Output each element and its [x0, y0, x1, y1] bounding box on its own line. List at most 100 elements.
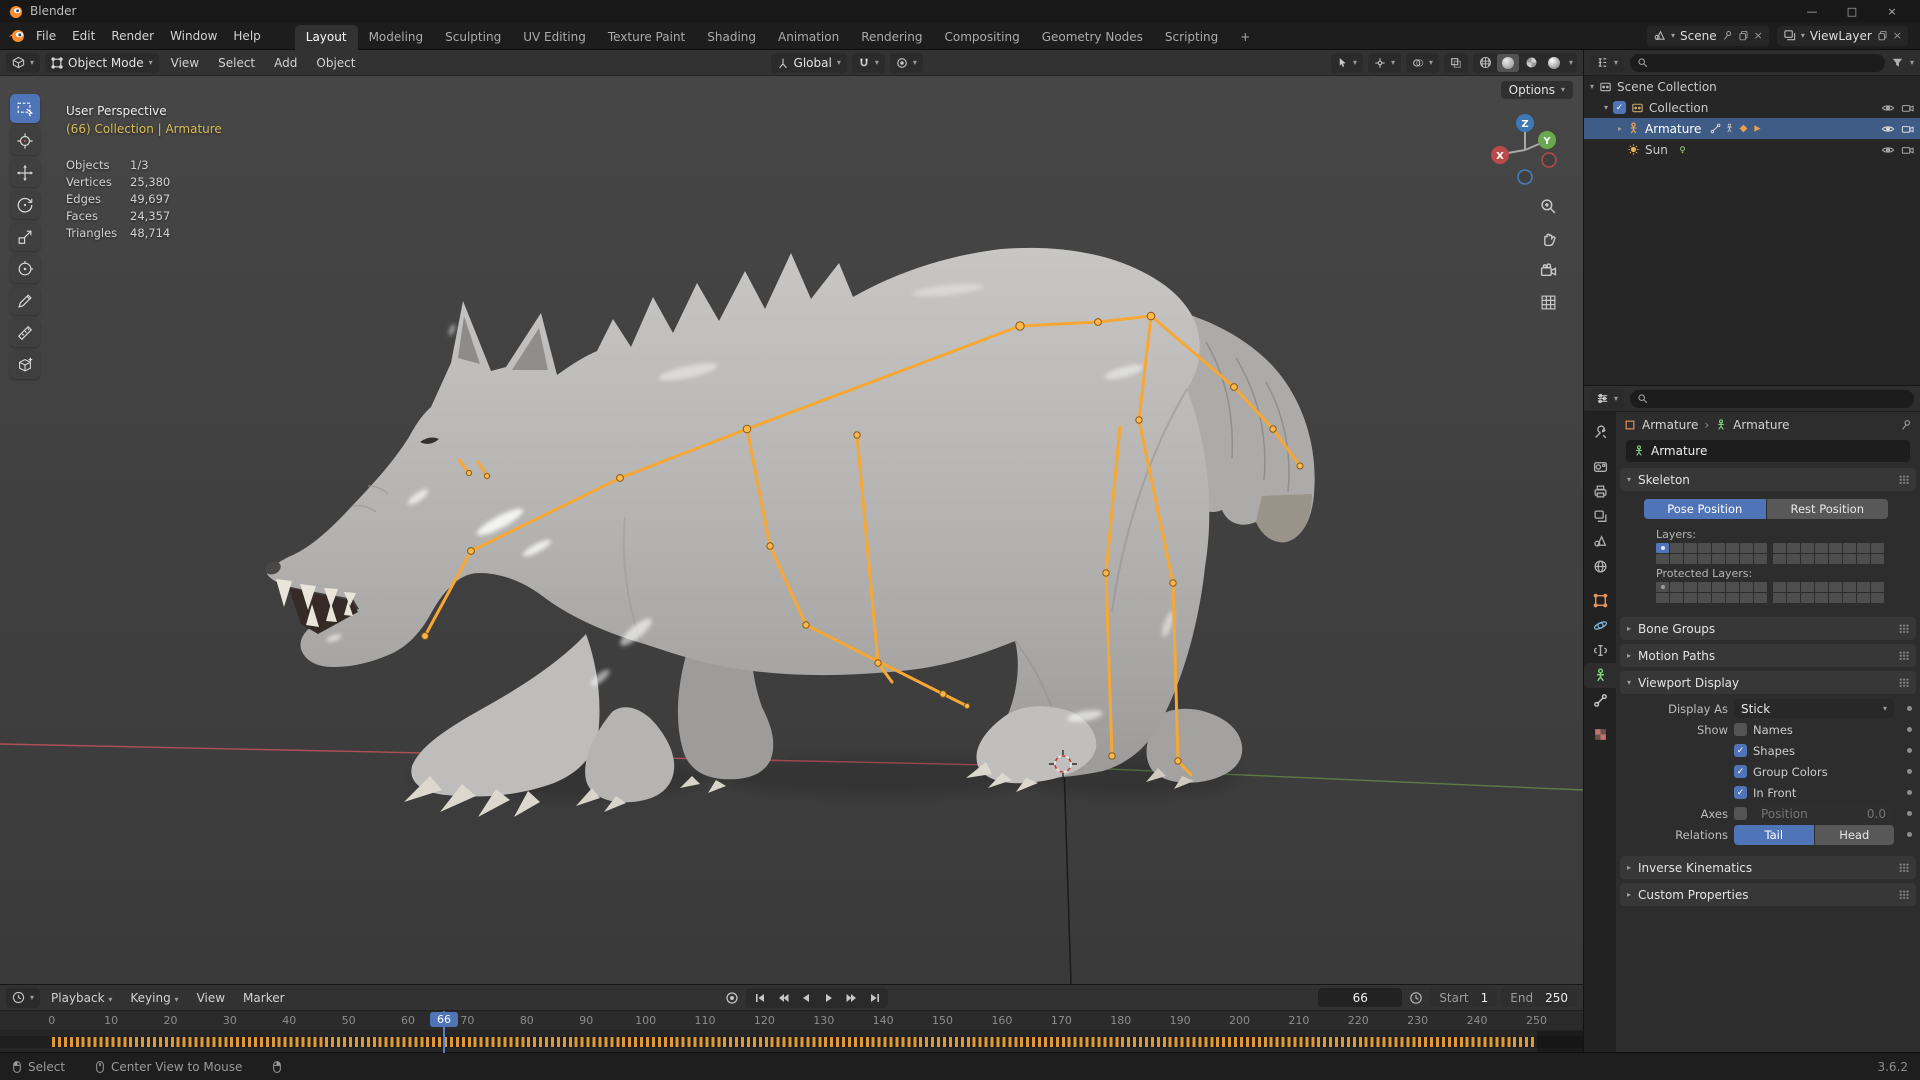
jump-to-end-button[interactable]: [864, 989, 885, 1007]
in-front-checkbox[interactable]: [1734, 786, 1747, 799]
layer-cell[interactable]: [1871, 593, 1884, 603]
pin-icon[interactable]: [1722, 30, 1733, 41]
eye-icon[interactable]: [1881, 122, 1895, 136]
new-viewlayer-icon[interactable]: [1877, 30, 1888, 41]
previous-keyframe-button[interactable]: [772, 989, 793, 1007]
xray-toggle[interactable]: [1444, 52, 1468, 73]
proportional-editing-toggle[interactable]: ▾: [889, 52, 923, 73]
auto-keying-button[interactable]: [721, 989, 742, 1007]
layer-cell[interactable]: [1726, 543, 1739, 553]
drag-dots-icon[interactable]: [1899, 863, 1909, 872]
blender-menu-icon[interactable]: [8, 28, 26, 44]
layer-cell[interactable]: [1815, 543, 1828, 553]
tab-constraints[interactable]: [1584, 638, 1616, 663]
navigation-gizmo[interactable]: Z X Y: [1485, 110, 1565, 190]
breadcrumb-data[interactable]: Armature: [1733, 418, 1789, 432]
layer-grid-right[interactable]: [1773, 543, 1884, 564]
drag-dots-icon[interactable]: [1899, 651, 1909, 660]
editor-type-button[interactable]: ▾: [6, 52, 41, 73]
pin-icon[interactable]: [1900, 419, 1912, 431]
tab-rendering[interactable]: Rendering: [850, 25, 933, 50]
tab-add-workspace-button[interactable]: +: [1229, 25, 1261, 50]
collection-checkbox[interactable]: [1613, 101, 1627, 114]
tab-scene[interactable]: [1584, 529, 1616, 554]
section-skeleton[interactable]: ▾ Skeleton: [1620, 468, 1916, 491]
group-colors-checkbox[interactable]: [1734, 765, 1747, 778]
drag-dots-icon[interactable]: [1899, 678, 1909, 687]
tool-transform[interactable]: [10, 254, 40, 283]
tail-button[interactable]: Tail: [1734, 824, 1814, 845]
shapes-checkbox[interactable]: [1734, 744, 1747, 757]
remove-viewlayer-icon[interactable]: ×: [1893, 29, 1902, 42]
outliner-row-scene-collection[interactable]: ▾ Scene Collection: [1584, 76, 1920, 97]
layer-cell[interactable]: [1684, 543, 1697, 553]
shading-rendered-button[interactable]: [1543, 54, 1565, 72]
layer-cell[interactable]: [1670, 593, 1683, 603]
layer-cell[interactable]: [1843, 593, 1856, 603]
layer-cell[interactable]: [1801, 593, 1814, 603]
layer-cell[interactable]: [1656, 582, 1669, 592]
tab-object-data[interactable]: [1584, 663, 1616, 688]
layer-cell[interactable]: [1787, 593, 1800, 603]
layer-cell[interactable]: [1773, 593, 1786, 603]
animate-dot-icon[interactable]: [1907, 706, 1912, 711]
keying-clock-icon[interactable]: [1406, 991, 1426, 1005]
mode-selector[interactable]: Object Mode ▾: [45, 52, 159, 73]
layer-cell[interactable]: [1829, 554, 1842, 564]
shading-solid-button[interactable]: [1497, 53, 1519, 72]
menu-object[interactable]: Object: [309, 53, 362, 73]
animate-dot-icon[interactable]: [1907, 811, 1912, 816]
outliner-search-input[interactable]: [1653, 56, 1878, 69]
next-keyframe-button[interactable]: [841, 989, 862, 1007]
breadcrumb-object[interactable]: Armature: [1642, 418, 1698, 432]
pan-hand-icon[interactable]: [1540, 230, 1557, 247]
layer-cell[interactable]: [1684, 554, 1697, 564]
frame-end-field[interactable]: End 250: [1501, 988, 1577, 1007]
gizmos-toggle[interactable]: ▾: [1367, 52, 1401, 73]
camera-icon[interactable]: [1901, 101, 1914, 114]
wolf-model[interactable]: [263, 247, 1315, 817]
menu-playback[interactable]: Playback ▾: [44, 988, 119, 1008]
tab-uv-editing[interactable]: UV Editing: [512, 25, 597, 50]
expander-icon[interactable]: ▾: [1590, 82, 1594, 91]
outliner-item-label[interactable]: Sun: [1645, 143, 1668, 157]
layer-cell[interactable]: [1670, 582, 1683, 592]
tab-render[interactable]: [1584, 454, 1616, 479]
axes-position-field[interactable]: Position 0.0: [1753, 804, 1894, 823]
tab-output[interactable]: [1584, 479, 1616, 504]
overlays-toggle[interactable]: ▾: [1405, 52, 1439, 73]
selectability-visibility-button[interactable]: ▾: [1330, 52, 1363, 73]
section-bone-groups[interactable]: ▸ Bone Groups: [1620, 617, 1916, 640]
layer-cell[interactable]: [1740, 554, 1753, 564]
camera-view-icon[interactable]: [1540, 262, 1557, 279]
menu-marker[interactable]: Marker: [236, 988, 291, 1008]
layer-cell[interactable]: [1726, 593, 1739, 603]
scene-browse-icon[interactable]: [1653, 29, 1666, 42]
animate-dot-icon[interactable]: [1907, 769, 1912, 774]
play-reverse-button[interactable]: [795, 989, 816, 1007]
layer-cell[interactable]: [1726, 582, 1739, 592]
menu-edit[interactable]: Edit: [64, 24, 103, 48]
animate-dot-icon[interactable]: [1907, 832, 1912, 837]
armature-name-field[interactable]: Armature: [1626, 440, 1910, 462]
layer-cell[interactable]: [1670, 543, 1683, 553]
tab-bone[interactable]: [1584, 688, 1616, 713]
layer-cell[interactable]: [1684, 582, 1697, 592]
playhead-frame-badge[interactable]: 66: [430, 1012, 458, 1027]
drag-dots-icon[interactable]: [1899, 890, 1909, 899]
menu-file[interactable]: File: [28, 24, 64, 48]
axes-checkbox[interactable]: [1734, 807, 1747, 820]
shading-material-button[interactable]: [1520, 54, 1542, 72]
layer-cell[interactable]: [1871, 554, 1884, 564]
layer-cell[interactable]: [1698, 543, 1711, 553]
layer-cell[interactable]: [1698, 582, 1711, 592]
tab-world[interactable]: [1584, 554, 1616, 579]
properties-search[interactable]: [1630, 389, 1914, 408]
minimize-button[interactable]: —: [1792, 5, 1832, 18]
layer-cell[interactable]: [1712, 554, 1725, 564]
tab-modeling[interactable]: Modeling: [358, 25, 435, 50]
scene-name[interactable]: Scene: [1680, 29, 1717, 43]
eye-icon[interactable]: [1881, 101, 1895, 115]
tab-scripting[interactable]: Scripting: [1154, 25, 1229, 50]
display-as-dropdown[interactable]: Stick ▾: [1734, 699, 1894, 718]
